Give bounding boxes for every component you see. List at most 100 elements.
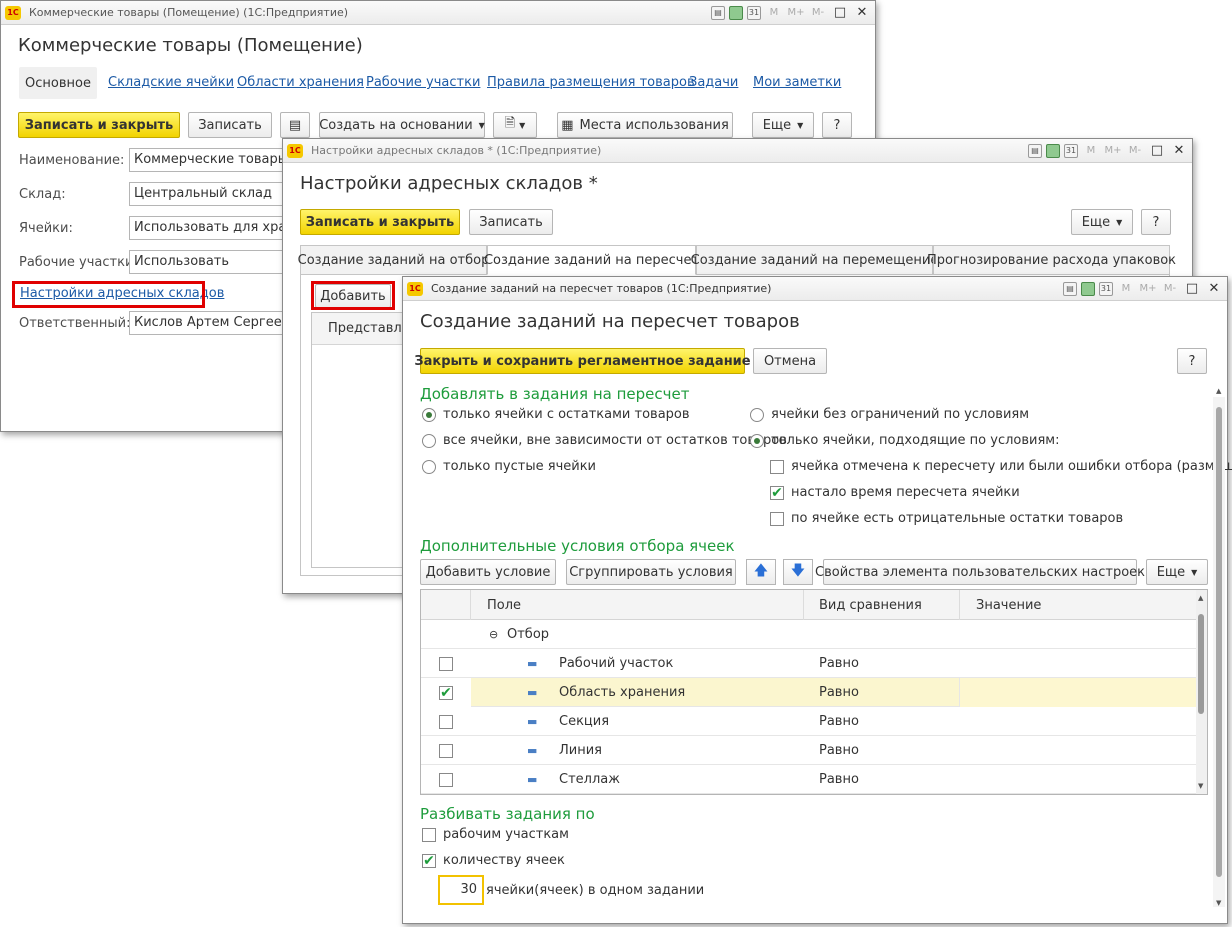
memory-m-icon[interactable]: M [765, 7, 783, 18]
table-row-selected[interactable]: ✔ ▬ Область хранения Равно [421, 678, 1196, 707]
calculator-icon[interactable] [1081, 281, 1095, 296]
memory-m-icon[interactable]: M [1117, 283, 1135, 294]
tab-move-tasks[interactable]: Создание заданий на перемещение [691, 245, 938, 275]
more-button[interactable]: Еще ▼ [752, 112, 814, 138]
print-icon[interactable]: ▤ [1028, 143, 1042, 158]
tab-placement-rules[interactable]: Правила размещения товаров [487, 75, 695, 90]
radio-all-cells[interactable]: все ячейки, вне зависимости от остатков … [422, 433, 787, 448]
help-button[interactable]: ? [1141, 209, 1171, 235]
close-icon[interactable]: ✕ [1170, 142, 1188, 160]
name-field[interactable]: Коммерческие товары [129, 148, 289, 172]
close-icon[interactable]: ✕ [853, 4, 871, 22]
header-value[interactable]: Значение [976, 590, 1041, 620]
print-icon[interactable]: ▤ [711, 5, 725, 20]
scroll-thumb[interactable] [1216, 407, 1222, 877]
table-row[interactable]: ▬ Секция Равно [421, 707, 1196, 736]
row-checkbox[interactable] [439, 649, 453, 678]
create-based-button[interactable]: Создать на основании ▼ [319, 112, 485, 138]
report-button[interactable]: 🗎 ▼ [493, 112, 537, 138]
memory-mplus-icon[interactable]: M+ [787, 7, 805, 18]
collapse-icon[interactable]: ⊖ [489, 620, 498, 649]
tab-work-areas[interactable]: Рабочие участки [366, 75, 480, 90]
header-field[interactable]: Поле [487, 590, 521, 620]
memory-m-icon[interactable]: M [1082, 145, 1100, 156]
checkbox-recount-time[interactable]: ✔ настало время пересчета ячейки [770, 485, 1020, 500]
help-button[interactable]: ? [1177, 348, 1207, 374]
table-row[interactable]: ▬ Линия Равно [421, 736, 1196, 765]
minimize-icon[interactable]: □ [1148, 142, 1166, 160]
minimize-icon[interactable]: □ [1183, 280, 1201, 298]
cells-count-input[interactable]: 30 [438, 875, 484, 905]
row-checkbox[interactable] [439, 765, 453, 794]
scroll-up-icon[interactable]: ▲ [1216, 387, 1221, 395]
scroll-down-icon[interactable]: ▼ [1198, 782, 1203, 790]
move-up-button[interactable]: 🡅 [746, 559, 776, 585]
list-icon-button[interactable]: ▤ [280, 112, 310, 138]
save-close-button[interactable]: Записать и закрыть [300, 209, 460, 235]
tab-tasks[interactable]: Задачи [689, 75, 738, 90]
checkbox-marked-for-recount[interactable]: ячейка отмечена к пересчету или были оши… [770, 459, 1232, 474]
minimize-icon[interactable]: □ [831, 4, 849, 22]
calendar-icon[interactable]: 31 [1064, 143, 1078, 158]
scroll-thumb[interactable] [1198, 614, 1204, 714]
group-row[interactable]: ⊖ Отбор [421, 620, 1196, 649]
memory-mminus-icon[interactable]: M- [809, 7, 827, 18]
calculator-icon[interactable] [1046, 143, 1060, 158]
warehouse-field[interactable]: Центральный склад [129, 182, 289, 206]
responsible-field[interactable]: Кислов Артем Сергеевич [129, 311, 289, 335]
work-areas-field[interactable]: Использовать [129, 250, 289, 274]
save-close-button[interactable]: Записать и закрыть [18, 112, 180, 138]
radio-empty-cells[interactable]: только пустые ячейки [422, 459, 596, 474]
row-checkbox[interactable] [439, 707, 453, 736]
checkbox-work-areas[interactable]: рабочим участкам [422, 827, 569, 842]
tab-my-notes[interactable]: Мои заметки [753, 75, 841, 90]
calculator-icon[interactable] [729, 5, 743, 20]
row-value-cell[interactable] [959, 678, 1196, 707]
close-icon[interactable]: ✕ [1205, 280, 1223, 298]
move-down-button[interactable]: 🡇 [783, 559, 813, 585]
calendar-icon[interactable]: 31 [747, 5, 761, 20]
memory-mplus-icon[interactable]: M+ [1104, 145, 1122, 156]
save-button[interactable]: Записать [469, 209, 553, 235]
tab-recount-tasks[interactable]: Создание заданий на пересчет [484, 245, 699, 275]
radio-matching-conditions[interactable]: только ячейки, подходящие по условиям: [750, 433, 1059, 448]
window-titlebar[interactable]: 1С Создание заданий на пересчет товаров … [403, 277, 1227, 301]
scroll-down-icon[interactable]: ▼ [1216, 899, 1221, 907]
add-condition-button[interactable]: Добавить условие [420, 559, 556, 585]
grid-scrollbar[interactable]: ▲ ▼ [1196, 590, 1207, 794]
print-icon[interactable]: ▤ [1063, 281, 1077, 296]
scroll-up-icon[interactable]: ▲ [1198, 594, 1203, 602]
more-button[interactable]: Еще ▼ [1071, 209, 1133, 235]
cancel-button[interactable]: Отмена [753, 348, 827, 374]
checkbox-negative-stock[interactable]: по ячейке есть отрицательные остатки тов… [770, 511, 1123, 526]
row-checkbox[interactable]: ✔ [439, 678, 453, 707]
form-scrollbar[interactable]: ▲ ▼ [1213, 387, 1225, 907]
window-titlebar[interactable]: 1С Коммерческие товары (Помещение) (1С:П… [1, 1, 875, 25]
conditions-grid[interactable]: Поле Вид сравнения Значение ⊖ Отбор ▬ Ра… [420, 589, 1208, 795]
table-row[interactable]: ▬ Рабочий участок Равно [421, 649, 1196, 678]
tab-warehouse-cells[interactable]: Складские ячейки [108, 75, 234, 90]
memory-mplus-icon[interactable]: M+ [1139, 283, 1157, 294]
cells-field[interactable]: Использовать для хранения [129, 216, 289, 240]
group-conditions-button[interactable]: Сгруппировать условия [566, 559, 736, 585]
tab-picking-tasks[interactable]: Создание заданий на отбор [298, 245, 489, 275]
more-button[interactable]: Еще ▼ [1146, 559, 1208, 585]
save-button[interactable]: Записать [188, 112, 272, 138]
header-comparison[interactable]: Вид сравнения [819, 590, 922, 620]
memory-mminus-icon[interactable]: M- [1126, 145, 1144, 156]
calendar-icon[interactable]: 31 [1099, 281, 1113, 296]
tab-storage-areas[interactable]: Области хранения [237, 75, 364, 90]
usage-places-button[interactable]: ▦ Места использования [557, 112, 733, 138]
window-titlebar[interactable]: 1С Настройки адресных складов * (1С:Пред… [283, 139, 1192, 163]
memory-mminus-icon[interactable]: M- [1161, 283, 1179, 294]
radio-cells-with-stock[interactable]: только ячейки с остатками товаров [422, 407, 690, 422]
tab-main[interactable]: Основное [19, 67, 97, 99]
close-save-button[interactable]: Закрыть и сохранить регламентное задание [414, 348, 751, 374]
tab-packaging-forecast[interactable]: Прогнозирование расхода упаковок [927, 245, 1176, 275]
element-properties-button[interactable]: Свойства элемента пользовательских настр… [815, 559, 1145, 585]
help-button[interactable]: ? [822, 112, 852, 138]
radio-no-restrictions[interactable]: ячейки без ограничений по условиям [750, 407, 1029, 422]
checkbox-cells-count[interactable]: ✔ количеству ячеек [422, 853, 565, 868]
table-row[interactable]: ▬ Стеллаж Равно [421, 765, 1196, 794]
row-checkbox[interactable] [439, 736, 453, 765]
